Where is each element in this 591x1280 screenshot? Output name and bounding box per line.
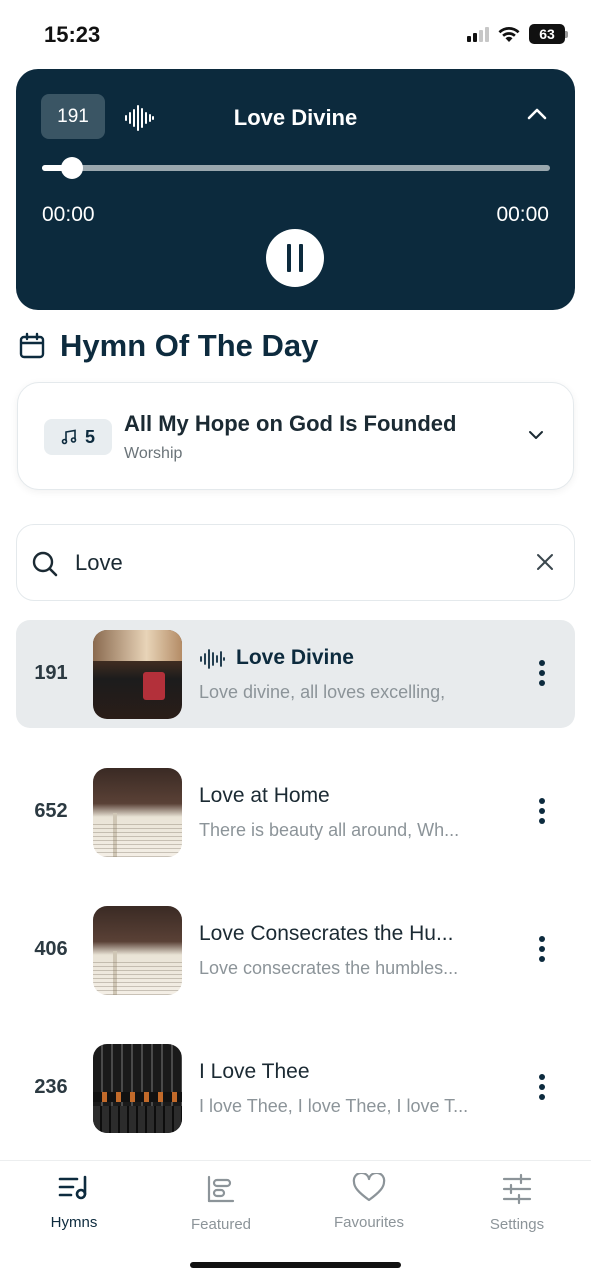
hymn-thumbnail <box>93 1044 182 1133</box>
more-options-icon[interactable] <box>539 798 545 824</box>
hymn-snippet: There is beauty all around, Wh... <box>199 820 460 840</box>
hymn-thumbnail <box>93 630 182 719</box>
hymn-title: Love Consecrates the Hu... <box>199 922 454 945</box>
more-options-icon[interactable] <box>539 1074 545 1100</box>
search-icon <box>32 551 58 577</box>
tab-label: Featured <box>190 1216 252 1233</box>
pause-button[interactable] <box>266 229 324 287</box>
hymn-of-the-day-header: Hymn Of The Day <box>18 328 318 364</box>
hymn-of-day-category: Worship <box>124 445 183 462</box>
close-icon[interactable] <box>536 553 554 571</box>
hymn-title: Love Divine <box>236 646 354 669</box>
player-hymn-number: 191 <box>41 94 105 139</box>
pause-icon <box>287 244 291 272</box>
now-playing-card[interactable]: 191 Love Divine 00:00 00:00 <box>16 69 575 310</box>
tab-label: Hymns <box>50 1214 98 1231</box>
hymn-thumbnail <box>93 906 182 995</box>
hymn-title: I Love Thee <box>199 1060 310 1083</box>
hymn-of-the-day-card[interactable]: 5 All My Hope on God Is Founded Worship <box>17 382 574 490</box>
featured-icon <box>207 1175 235 1203</box>
music-note-icon <box>61 429 77 445</box>
calendar-icon <box>19 332 45 359</box>
elapsed-time: 00:00 <box>42 203 95 226</box>
tab-settings[interactable]: Settings <box>457 1173 577 1233</box>
hymn-list-item[interactable]: 652 Love at Home There is beauty all aro… <box>16 758 575 866</box>
section-title: Hymn Of The Day <box>60 328 319 363</box>
hymn-of-day-number: 5 <box>84 426 95 447</box>
battery-level: 63 <box>539 26 555 42</box>
hymn-number: 191 <box>34 662 68 684</box>
hymn-of-day-title: All My Hope on God Is Founded <box>124 411 457 436</box>
hymn-snippet: Love consecrates the humbles... <box>199 958 459 978</box>
hymn-number: 406 <box>34 938 68 960</box>
hymn-snippet: I love Thee, I love Thee, I love T... <box>199 1096 469 1116</box>
tab-label: Settings <box>489 1216 545 1233</box>
total-time: 00:00 <box>496 203 549 226</box>
chevron-up-icon[interactable] <box>527 107 547 121</box>
search-input[interactable] <box>75 547 495 579</box>
sliders-icon <box>502 1173 532 1205</box>
waveform-icon <box>200 649 225 669</box>
status-icons: 63 <box>467 24 568 44</box>
search-bar[interactable] <box>16 524 575 601</box>
progress-knob[interactable] <box>61 157 84 179</box>
hymn-thumbnail <box>93 768 182 857</box>
chevron-down-icon[interactable] <box>527 429 545 441</box>
signal-icon <box>467 26 489 42</box>
tab-hymns[interactable]: Hymns <box>14 1173 134 1231</box>
heart-icon <box>352 1171 386 1202</box>
hymn-number: 652 <box>34 800 68 822</box>
hymns-icon <box>58 1175 87 1200</box>
progress-slider[interactable] <box>42 157 550 179</box>
wifi-icon <box>498 27 520 42</box>
battery-icon: 63 <box>529 24 568 44</box>
tab-favourites[interactable]: Favourites <box>309 1171 429 1231</box>
hymn-list-item[interactable]: 406 Love Consecrates the Hu... Love cons… <box>16 896 575 1004</box>
hymn-number: 236 <box>34 1076 68 1098</box>
tab-featured[interactable]: Featured <box>161 1173 281 1233</box>
tab-label: Favourites <box>333 1214 405 1231</box>
status-time: 15:23 <box>44 22 101 47</box>
player-title: Love Divine <box>233 105 358 130</box>
more-options-icon[interactable] <box>539 660 545 686</box>
hymn-snippet: Love divine, all loves excelling, <box>199 682 446 702</box>
hymn-number-chip: 5 <box>44 419 112 455</box>
status-bar: 15:23 63 <box>0 0 591 66</box>
more-options-icon[interactable] <box>539 936 545 962</box>
home-indicator <box>190 1262 401 1268</box>
hymn-list-item[interactable]: 191 Love Divine Love divine, all loves e… <box>16 620 575 728</box>
hymn-list-item[interactable]: 236 I Love Thee I love Thee, I love Thee… <box>16 1034 575 1142</box>
hymn-title: Love at Home <box>199 784 330 807</box>
